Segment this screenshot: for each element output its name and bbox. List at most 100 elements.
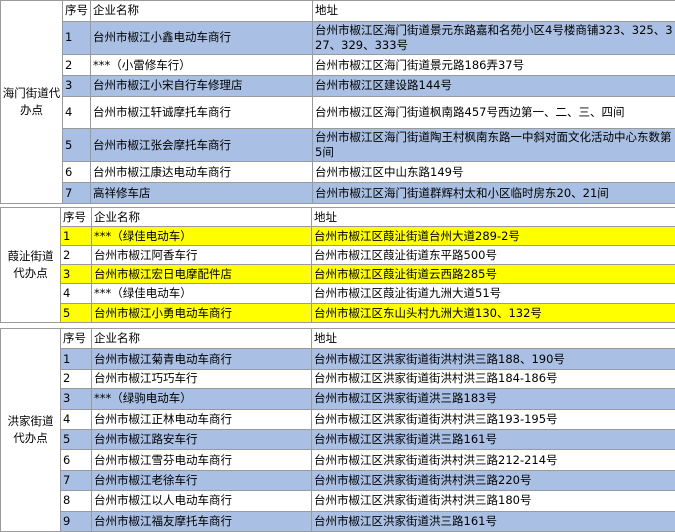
cell-name: 台州市椒江正林电动车商行 [91, 408, 312, 430]
cell-name: 台州市椒江小鑫电动车商行 [90, 20, 313, 56]
header-addr: 地址 [311, 207, 675, 227]
table-row: 6 台州市椒江康达电动车商行 台州市椒江区中山东路149号 [1, 161, 675, 184]
header-seq: 序号 [60, 207, 92, 227]
cell-name: 台州市椒江小勇电动车商行 [91, 303, 312, 323]
cell-name: 台州市椒江张会摩托车商行 [90, 128, 313, 163]
cell-addr: 台州市椒江区海门街道景元路186弄37号 [312, 54, 675, 76]
cell-name: 台州市椒江路安车行 [91, 428, 312, 451]
header-name: 企业名称 [90, 0, 313, 22]
cell-name: 高祥修车店 [90, 182, 313, 204]
table-row: 5 台州市椒江小勇电动车商行 台州市椒江区东山头村九洲大道130、132号 [1, 303, 675, 323]
cell-seq: 3 [62, 74, 91, 97]
cell-seq: 2 [60, 245, 92, 265]
cell-seq: 5 [60, 428, 92, 451]
table-row: 3 台州市椒江小宋自行车修理店 台州市椒江区建设路144号 [1, 74, 675, 97]
cell-seq: 3 [60, 388, 92, 410]
table-row: 2 台州市椒江阿香车行 台州市椒江区葭沚街道东平路500号 [1, 245, 675, 265]
cell-addr: 台州市椒江区海门街道群辉村太和小区临时房东20、21间 [312, 182, 675, 204]
cell-seq: 4 [60, 408, 92, 430]
cell-name: ***（绿佳电动车） [91, 283, 312, 304]
table-row: 7 台州市椒江老徐车行 台州市椒江区洪家街道街洪村洪三路220号 [1, 469, 675, 492]
cell-seq: 5 [62, 128, 91, 163]
group-label: 海门街道代办点 [0, 0, 63, 204]
table-row: 3 ***（绿驹电动车） 台州市椒江区洪家街道洪三路183号 [1, 388, 675, 410]
cell-name: 台州市椒江雪芬电动车商行 [91, 449, 312, 471]
table-row: 1 ***（绿佳电动车） 台州市椒江区葭沚街道台州大道289-2号 [1, 226, 675, 246]
cell-addr: 台州市椒江区中山东路149号 [312, 161, 675, 184]
table-row: 4 ***（绿佳电动车） 台州市椒江区葭沚街道九洲大道51号 [1, 283, 675, 304]
cell-name: 台州市椒江老徐车行 [91, 469, 312, 492]
cell-name: 台州市椒江康达电动车商行 [90, 161, 313, 184]
cell-name: 台州市椒江菊青电动车商行 [91, 348, 312, 370]
cell-addr: 台州市椒江区洪家街道街洪村洪三路180号 [311, 490, 675, 512]
cell-addr: 台州市椒江区海门街道景元东路嘉和名苑小区4号楼商铺323、325、327、329… [312, 20, 675, 56]
group-label: 葭沚街道代办点 [0, 207, 61, 323]
table-row: 1 台州市椒江小鑫电动车商行 台州市椒江区海门街道景元东路嘉和名苑小区4号楼商铺32… [1, 20, 675, 56]
cell-addr: 台州市椒江区葭沚街道云西路285号 [311, 264, 675, 284]
cell-addr: 台州市椒江区建设路144号 [312, 74, 675, 97]
header-row: 洪家街道代办点 序号 企业名称 地址 [0, 327, 675, 532]
table-row: 3 台州市椒江宏日电摩配件店 台州市椒江区葭沚街道云西路285号 [1, 264, 675, 284]
cell-addr: 台州市椒江区洪家街道街洪村洪三路188、190号 [311, 348, 675, 370]
header-seq: 序号 [60, 327, 92, 350]
header-row: 葭沚街道代办点 序号 企业名称 地址 [0, 207, 675, 323]
table-row: 6 台州市椒江雪芬电动车商行 台州市椒江区洪家街道街洪村洪三路212-214号 [1, 449, 675, 471]
cell-seq: 6 [60, 449, 92, 471]
cell-seq: 5 [60, 303, 92, 323]
cell-name: 台州市椒江阿香车行 [91, 245, 312, 265]
cell-addr: 台州市椒江区海门街道枫南路457号西边第一、二、三、四间 [312, 95, 675, 130]
cell-addr: 台州市椒江区洪家街道街洪村洪三路193-195号 [311, 408, 675, 430]
table-row: 2 ***（小雷修车行） 台州市椒江区海门街道景元路186弄37号 [1, 54, 675, 76]
cell-seq: 1 [60, 226, 92, 246]
cell-addr: 台州市椒江区葭沚街道九洲大道51号 [311, 283, 675, 304]
cell-name: ***（绿驹电动车） [91, 388, 312, 410]
table-row: 9 台州市椒江福友摩托车商行 台州市椒江区洪家街道洪三路161号 [1, 510, 675, 532]
header-row: 海门街道代办点 序号 企业名称 地址 [0, 0, 675, 204]
cell-seq: 3 [60, 264, 92, 284]
cell-name: 台州市椒江巧巧车行 [91, 368, 312, 390]
header-seq: 序号 [62, 0, 91, 22]
cell-name: 台州市椒江以人电动车商行 [91, 490, 312, 512]
cell-addr: 台州市椒江区洪家街道洪三路161号 [311, 428, 675, 451]
cell-name: 台州市椒江轩诚摩托车商行 [90, 95, 313, 130]
cell-addr: 台州市椒江区葭沚街道台州大道289-2号 [311, 226, 675, 246]
table-row: 2 台州市椒江巧巧车行 台州市椒江区洪家街道街洪村洪三路184-186号 [1, 368, 675, 390]
table-row: 4 台州市椒江正林电动车商行 台州市椒江区洪家街道街洪村洪三路193-195号 [1, 408, 675, 430]
cell-name: 台州市椒江福友摩托车商行 [91, 510, 312, 532]
cell-seq: 7 [62, 182, 91, 204]
cell-name: 台州市椒江宏日电摩配件店 [91, 264, 312, 284]
header-addr: 地址 [312, 0, 675, 22]
section-haimen-table: 海门街道代办点 序号 企业名称 地址 1 台州市椒江小鑫电动车商行 台州市椒江区海门街道景元… [0, 0, 675, 204]
cell-seq: 1 [62, 20, 91, 56]
header-addr: 地址 [311, 327, 675, 350]
cell-name: 台州市椒江小宋自行车修理店 [90, 74, 313, 97]
cell-addr: 台州市椒江区洪家街道洪三路183号 [311, 388, 675, 410]
group-label: 洪家街道代办点 [0, 328, 61, 532]
cell-name: ***（绿佳电动车） [91, 226, 312, 246]
table-row: 8 台州市椒江以人电动车商行 台州市椒江区洪家街道街洪村洪三路180号 [1, 490, 675, 512]
table-row: 5 台州市椒江张会摩托车商行 台州市椒江区海门街道陶王村枫南东路一中斜对面文化活动中… [1, 128, 675, 163]
cell-seq: 7 [60, 469, 92, 492]
cell-seq: 2 [62, 54, 91, 76]
cell-addr: 台州市椒江区葭沚街道东平路500号 [311, 245, 675, 265]
section-jiazhi-table: 葭沚街道代办点 序号 企业名称 地址 1 ***（绿佳电动车） 台州市椒江区葭沚街道台州大道… [0, 207, 675, 323]
cell-addr: 台州市椒江区洪家街道街洪村洪三路184-186号 [311, 368, 675, 390]
cell-seq: 2 [60, 368, 92, 390]
cell-addr: 台州市椒江区洪家街道洪三路161号 [311, 510, 675, 532]
header-name: 企业名称 [91, 207, 312, 227]
cell-addr: 台州市椒江区海门街道陶王村枫南东路一中斜对面文化活动中心东数第5间 [312, 128, 675, 163]
cell-name: ***（小雷修车行） [90, 54, 313, 76]
table-row: 1 台州市椒江菊青电动车商行 台州市椒江区洪家街道街洪村洪三路188、190号 [1, 348, 675, 370]
table-row: 5 台州市椒江路安车行 台州市椒江区洪家街道洪三路161号 [1, 428, 675, 451]
cell-seq: 1 [60, 348, 92, 370]
cell-seq: 8 [60, 490, 92, 512]
table-row: 7 高祥修车店 台州市椒江区海门街道群辉村太和小区临时房东20、21间 [1, 182, 675, 204]
cell-addr: 台州市椒江区洪家街道街洪村洪三路212-214号 [311, 449, 675, 471]
cell-addr: 台州市椒江区洪家街道街洪村洪三路220号 [311, 469, 675, 492]
cell-seq: 4 [62, 95, 91, 130]
section-hongjia-table: 洪家街道代办点 序号 企业名称 地址 1 台州市椒江菊青电动车商行 台州市椒江区洪家街道街洪… [0, 327, 675, 532]
cell-seq: 9 [60, 510, 92, 532]
header-name: 企业名称 [91, 327, 312, 350]
cell-seq: 6 [62, 161, 91, 184]
cell-addr: 台州市椒江区东山头村九洲大道130、132号 [311, 303, 675, 323]
